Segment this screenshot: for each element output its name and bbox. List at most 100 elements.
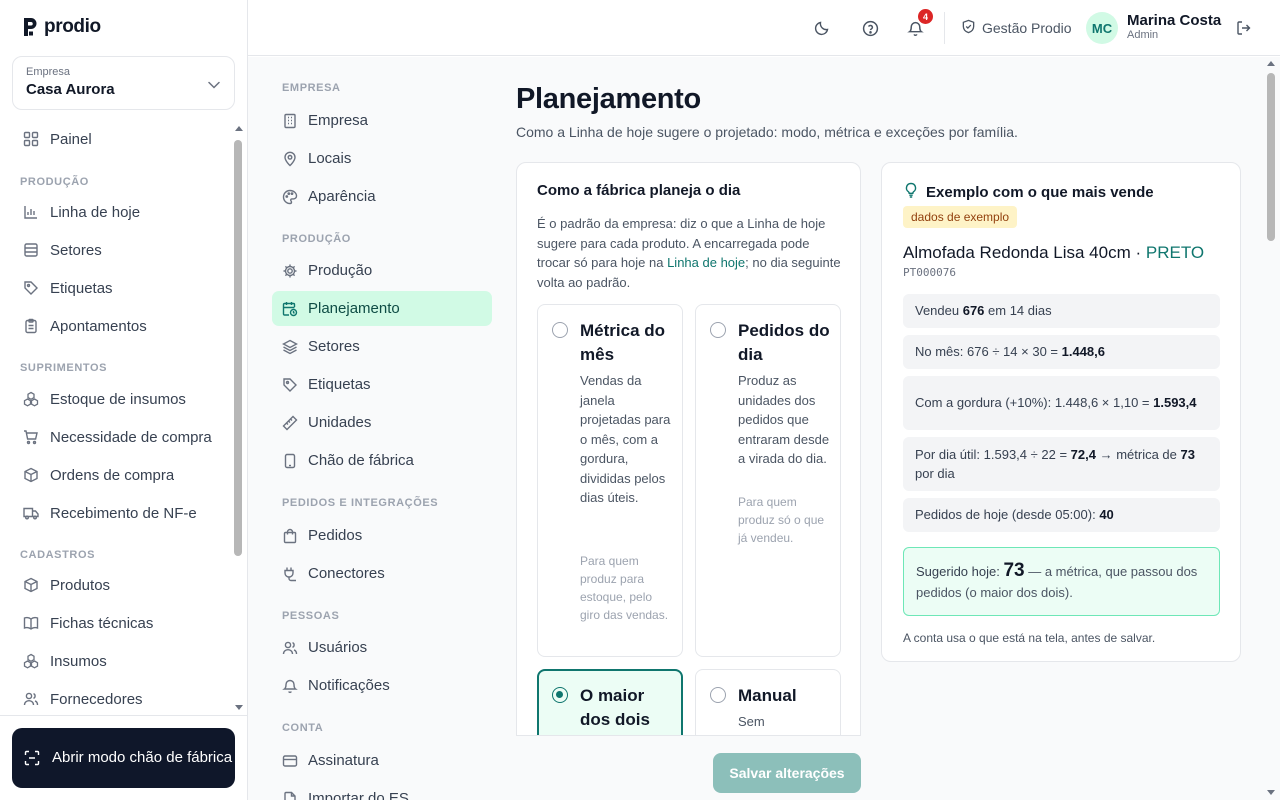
- save-bar: Salvar alterações: [516, 735, 861, 800]
- workspace-label: Gestão Prodio: [982, 20, 1072, 36]
- radio-metrica-do-mes[interactable]: [552, 322, 568, 338]
- settings-item-conectores[interactable]: Conectores: [272, 556, 492, 591]
- lightbulb-icon: [904, 182, 918, 202]
- settings-item-label: Locais: [308, 150, 352, 167]
- sidebar-item-setores[interactable]: Setores: [12, 233, 228, 267]
- suggest-label: Sugerido hoje:: [916, 564, 1004, 579]
- settings-item-importar[interactable]: Importar do ES: [272, 781, 492, 800]
- radio-o-maior-dos-dois[interactable]: [552, 687, 568, 703]
- calc-text: No mês: 676 ÷ 14 × 30 =: [915, 344, 1062, 360]
- settings-item-label: Usuários: [308, 639, 368, 656]
- building-icon: [282, 113, 298, 129]
- calc-row-margin: Com a gordura (+10%): 1.448,6 × 1,10 = 1…: [903, 376, 1220, 430]
- settings-item-label: Aparência: [308, 188, 376, 205]
- settings-item-chao-de-fabrica[interactable]: Chão de fábrica: [272, 443, 492, 478]
- boxes-icon: [22, 391, 39, 408]
- settings-item-planejamento[interactable]: Planejamento: [272, 291, 492, 326]
- radio-pedidos-do-dia[interactable]: [710, 322, 726, 338]
- settings-item-producao[interactable]: Produção: [272, 253, 492, 288]
- sidebar-item-necessidade-de-compra[interactable]: Necessidade de compra: [12, 420, 228, 454]
- example-footnote: A conta usa o que está na tela, antes de…: [903, 631, 1156, 645]
- sidebar-item-linha-de-hoje[interactable]: Linha de hoje: [12, 195, 228, 229]
- sidebar-item-produtos[interactable]: Produtos: [12, 568, 228, 602]
- scroll-thumb[interactable]: [1267, 73, 1275, 241]
- avatar[interactable]: MC: [1086, 12, 1118, 44]
- scroll-up-arrow-icon[interactable]: [1267, 61, 1275, 66]
- settings-section-pessoas: PESSOAS: [282, 610, 340, 622]
- calc-row-sold: Vendeu 676 em 14 dias: [903, 294, 1220, 328]
- sidebar-item-label: Setores: [50, 241, 102, 259]
- radio-manual[interactable]: [710, 687, 726, 703]
- sidebar-item-painel[interactable]: Painel: [12, 122, 228, 156]
- sidebar-item-insumos[interactable]: Insumos: [12, 644, 228, 678]
- option-note: Para quem produz só o que já vendeu.: [738, 495, 825, 545]
- user-name[interactable]: Marina Costa: [1127, 12, 1221, 29]
- settings-item-etiquetas[interactable]: Etiquetas: [272, 367, 492, 402]
- list-icon: [22, 242, 39, 259]
- save-button[interactable]: Salvar alterações: [713, 753, 861, 793]
- settings-section-empresa: EMPRESA: [282, 82, 341, 94]
- settings-item-label: Conectores: [308, 565, 385, 582]
- scroll-down-arrow-icon[interactable]: [1267, 790, 1275, 795]
- map-pin-icon: [282, 151, 298, 167]
- calc-row-month: No mês: 676 ÷ 14 × 30 = 1.448,6: [903, 335, 1220, 369]
- sidebar-divider: [0, 715, 247, 716]
- shopping-bag-icon: [282, 528, 298, 544]
- settings-item-label: Pedidos: [308, 527, 363, 544]
- calc-row-orders: Pedidos de hoje (desde 05:00): 40: [903, 498, 1220, 532]
- settings-item-aparencia[interactable]: Aparência: [272, 179, 492, 214]
- logo[interactable]: prodio: [22, 16, 101, 38]
- scroll-up-arrow-icon[interactable]: [235, 126, 243, 131]
- scroll-thumb[interactable]: [234, 140, 242, 556]
- sidebar-item-etiquetas[interactable]: Etiquetas: [12, 271, 228, 305]
- option-title: Métrica do mês: [580, 321, 666, 364]
- option-pedidos-do-dia[interactable]: Pedidos do dia Produz as unidades dos pe…: [695, 304, 841, 657]
- settings-item-label: Importar do ES: [308, 790, 409, 800]
- sidebar-item-ordens-de-compra[interactable]: Ordens de compra: [12, 458, 228, 492]
- sidebar-scrollbar[interactable]: [234, 126, 243, 710]
- moon-icon[interactable]: [812, 18, 832, 38]
- settings-item-locais[interactable]: Locais: [272, 141, 492, 176]
- option-metrica-do-mes[interactable]: Métrica do mês Vendas da janela projetad…: [537, 304, 683, 657]
- settings-item-notificacoes[interactable]: Notificações: [272, 668, 492, 703]
- sidebar-item-fornecedores[interactable]: Fornecedores: [12, 682, 228, 714]
- linha-de-hoje-link[interactable]: Linha de hoje: [667, 255, 745, 270]
- users-icon: [282, 640, 298, 656]
- main-scrollbar[interactable]: [1266, 61, 1276, 795]
- layers-icon: [282, 339, 298, 355]
- scroll-down-arrow-icon[interactable]: [235, 705, 243, 710]
- logout-icon[interactable]: [1234, 18, 1254, 38]
- product-code: PT000076: [903, 266, 956, 279]
- suggest-value: 73: [1003, 560, 1025, 581]
- example-card: Exemplo com o que mais vende dados de ex…: [881, 162, 1241, 662]
- workspace-link[interactable]: Gestão Prodio: [961, 19, 1072, 37]
- settings-item-pedidos[interactable]: Pedidos: [272, 518, 492, 553]
- sidebar-section-cadastros: CADASTROS: [20, 549, 96, 561]
- option-note: Para quem produz para estoque, pelo giro…: [580, 554, 669, 622]
- option-title: O maior dos dois: [580, 686, 650, 729]
- settings-item-usuarios[interactable]: Usuários: [272, 630, 492, 665]
- example-product: Almofada Redonda Lisa 40cm · PRETO: [903, 243, 1204, 263]
- settings-item-empresa[interactable]: Empresa: [272, 103, 492, 138]
- help-icon[interactable]: [860, 18, 880, 38]
- factory-floor-mode-button[interactable]: Abrir modo chão de fábrica: [12, 728, 235, 788]
- calc-value: 676: [962, 303, 985, 319]
- settings-item-unidades[interactable]: Unidades: [272, 405, 492, 440]
- calc-row-per-day: Por dia útil: 1.593,4 ÷ 22 = 72,4 → métr…: [903, 437, 1220, 491]
- sidebar-item-fichas-tecnicas[interactable]: Fichas técnicas: [12, 606, 228, 640]
- sidebar-item-apontamentos[interactable]: Apontamentos: [12, 309, 228, 343]
- settings-item-assinatura[interactable]: Assinatura: [272, 743, 492, 778]
- sidebar-item-label: Linha de hoje: [50, 203, 141, 221]
- company-selector[interactable]: Empresa Casa Aurora: [12, 56, 235, 110]
- sidebar-item-recebimento-nfe[interactable]: Recebimento de NF-e: [12, 496, 228, 530]
- cart-icon: [22, 429, 39, 446]
- sidebar-item-label: Produtos: [50, 576, 111, 594]
- settings-item-setores[interactable]: Setores: [272, 329, 492, 364]
- option-title: Pedidos do dia: [738, 321, 830, 364]
- option-title: Manual: [738, 686, 797, 705]
- calc-text: Vendeu: [915, 303, 963, 319]
- product-color: PRETO: [1145, 243, 1205, 262]
- sidebar-item-estoque-de-insumos[interactable]: Estoque de insumos: [12, 382, 228, 416]
- sidebar-nav[interactable]: Painel PRODUÇÃO Linha de hoje Setores Et…: [0, 122, 232, 714]
- sidebar-section-producao: PRODUÇÃO: [20, 176, 89, 188]
